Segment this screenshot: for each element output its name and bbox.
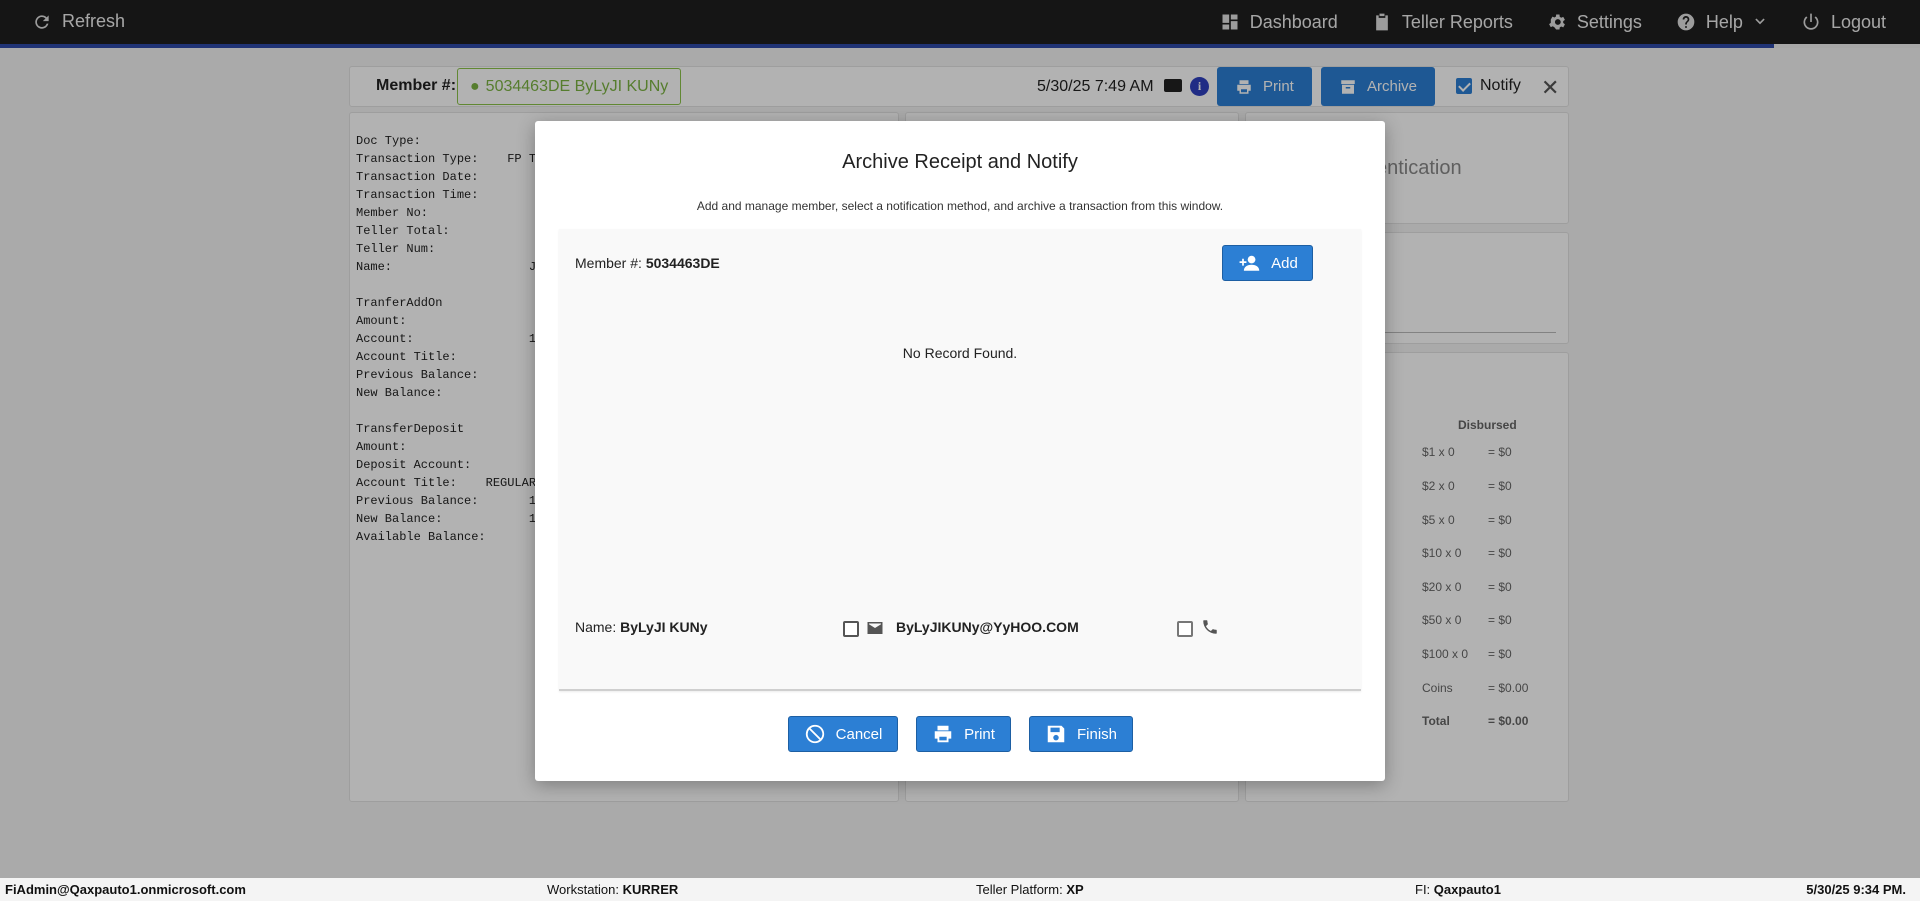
- finish-button[interactable]: Finish: [1029, 716, 1133, 752]
- dialog-print-label: Print: [964, 725, 995, 743]
- denomination-value: = $0: [1488, 580, 1512, 594]
- printer-icon: [934, 725, 952, 743]
- denomination-value: = $0.00: [1488, 714, 1529, 728]
- member-number-label: Member #:: [575, 255, 642, 271]
- archive-notify-dialog: Archive Receipt and Notify Add and manag…: [535, 121, 1385, 781]
- footer-workstation: Workstation: KURRER: [547, 882, 679, 897]
- disbursed-header: Disbursed: [1458, 418, 1517, 432]
- denomination-value: = $0: [1488, 513, 1512, 527]
- denomination-value: = $0: [1488, 479, 1512, 493]
- footer-fi: FI: Qaxpauto1: [1415, 882, 1501, 897]
- denomination-value: = $0: [1488, 445, 1512, 459]
- denomination-value: = $0: [1488, 546, 1512, 560]
- status-footer: FiAdmin@Qaxpauto1.onmicrosoft.com Workst…: [0, 878, 1920, 901]
- add-user-icon: [1239, 255, 1260, 271]
- footer-user: FiAdmin@Qaxpauto1.onmicrosoft.com: [5, 882, 246, 897]
- denomination: $2 x 0: [1422, 479, 1455, 493]
- cancel-button[interactable]: Cancel: [788, 716, 898, 752]
- denomination: $5 x 0: [1422, 513, 1455, 527]
- empty-state-text: No Record Found.: [902, 345, 1018, 361]
- add-label: Add: [1271, 254, 1298, 272]
- denomination: $100 x 0: [1422, 647, 1469, 661]
- member-name-row: Name: ByLyJI KUNy: [575, 619, 708, 635]
- denomination: Coins: [1422, 681, 1453, 695]
- add-member-button[interactable]: Add: [1222, 245, 1313, 281]
- name-label: Name:: [575, 619, 617, 635]
- denomination: $50 x 0: [1422, 613, 1462, 627]
- phone-icon: [1203, 620, 1217, 634]
- member-notify-card: Member #: 5034463DE Add No Record Found.…: [559, 229, 1361, 691]
- member-number-value: 5034463DE: [645, 255, 720, 271]
- denomination: $1 x 0: [1422, 445, 1455, 459]
- denomination: Total: [1422, 714, 1450, 728]
- cancel-icon: [805, 724, 824, 744]
- email-icon: [867, 622, 883, 634]
- denomination: $10 x 0: [1422, 546, 1462, 560]
- email-address: ByLyJIKUNy@YyHOO.COM: [896, 619, 1079, 635]
- footer-platform: Teller Platform: XP: [976, 882, 1084, 897]
- member-number-row: Member #: 5034463DE: [575, 255, 720, 271]
- email-notify-checkbox[interactable]: [843, 621, 859, 637]
- save-icon: [1047, 725, 1065, 743]
- disbursed-table: Disbursed $1 x 0 = $0 $2 x 0 = $0 $5 x 0 = $0…: [1422, 418, 1562, 738]
- dialog-print-button[interactable]: Print: [916, 716, 1011, 752]
- dialog-title: Archive Receipt and Notify: [842, 151, 1078, 173]
- dialog-subtitle: Add and manage member, select a notifica…: [696, 199, 1224, 213]
- footer-timestamp: 5/30/25 9:34 PM.: [1806, 882, 1906, 897]
- denomination-value: = $0.00: [1488, 681, 1529, 695]
- phone-notify-checkbox[interactable]: [1177, 621, 1193, 637]
- denomination-value: = $0: [1488, 647, 1512, 661]
- name-value: ByLyJI KUNy: [620, 619, 708, 635]
- finish-label: Finish: [1076, 725, 1117, 743]
- denomination: $20 x 0: [1422, 580, 1462, 594]
- cancel-label: Cancel: [835, 725, 883, 743]
- denomination-value: = $0: [1488, 613, 1512, 627]
